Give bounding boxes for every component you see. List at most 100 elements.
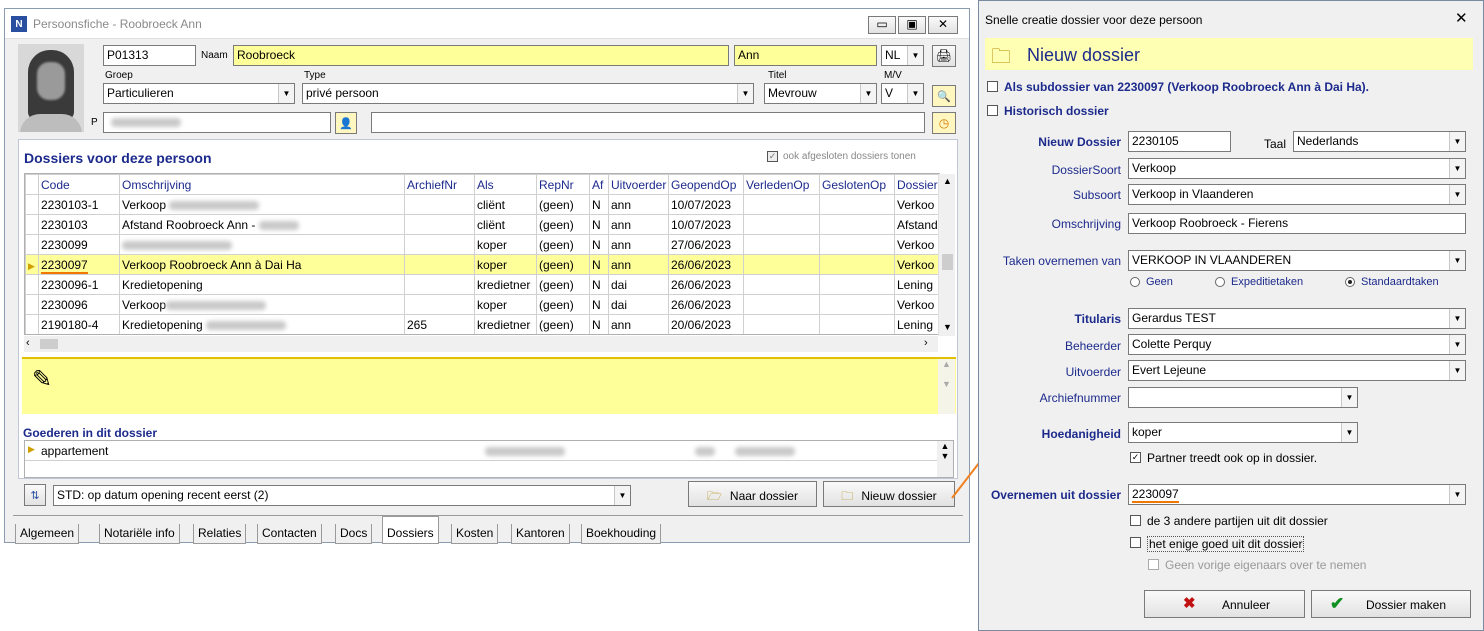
column-header[interactable]: Als [474,174,537,195]
radio-geen[interactable] [1130,277,1140,287]
close-button[interactable]: ✕ [928,16,958,34]
column-header[interactable]: Code [38,174,120,195]
chevron-down-icon[interactable]: ▼ [943,322,952,332]
vertical-scrollbar[interactable]: ▲ ▼ [938,359,955,414]
taal-value: Nederlands [1297,134,1359,148]
language-select[interactable]: NL ▼ [881,45,924,66]
list-item[interactable]: ▶ appartement [25,441,937,461]
chevron-up-icon[interactable]: ▲ [943,176,952,186]
table-row[interactable]: 2230099 koper (geen) N ann 27/06/2023 Ve… [25,234,939,255]
partner-checkbox[interactable]: ✓ [1130,452,1141,463]
column-header[interactable]: Uitvoerder [608,174,669,195]
closed-checkbox[interactable]: ✓ [767,151,778,162]
groep-select[interactable]: Particulieren ▼ [103,83,295,104]
print-icon[interactable]: 🖨 [932,45,956,67]
table-row-selected[interactable]: ▶ 2230097 Verkoop Roobroeck Ann à Dai Ha… [25,254,939,275]
taal-select[interactable]: Nederlands ▼ [1293,131,1466,152]
column-header[interactable]: RepNr [536,174,590,195]
chevron-right-icon[interactable]: › [924,337,928,349]
partner-lookup-icon[interactable]: 👤 [335,112,357,134]
sort-select[interactable]: STD: op datum opening recent eerst (2) ▼ [53,485,631,506]
enige-goed-checkbox[interactable] [1130,537,1141,548]
dialog-title: Snelle creatie dossier voor deze persoon [985,13,1203,27]
notes-area[interactable]: ✎ ▲ ▼ [22,357,956,414]
horizontal-scrollbar[interactable]: ‹ › [24,336,938,352]
column-header[interactable]: VerledenOp [743,174,820,195]
vorige-eigenaars-checkbox[interactable] [1148,559,1159,570]
cell-uitvoerder: ann [608,214,669,235]
tab-kantoren[interactable]: Kantoren [511,524,570,544]
dossiersoort-select[interactable]: Verkoop ▼ [1128,158,1466,179]
tab-algemeen[interactable]: Algemeen [15,524,80,544]
dossier-maken-button[interactable]: ✔ Dossier maken [1311,590,1471,618]
uitvoerder-select[interactable]: Evert Lejeune ▼ [1128,360,1466,381]
vertical-scrollbar[interactable]: ▲ ▼ [938,174,955,336]
table-row[interactable]: 2230096 Verkoop koper (geen) N dai 26/06… [25,294,939,315]
tab-docs[interactable]: Docs [335,524,373,544]
partner-field[interactable] [103,112,331,133]
scroll-thumb[interactable] [40,339,58,349]
titel-select[interactable]: Mevrouw ▼ [764,83,877,104]
cell-omschrijving: Kredietopening [119,314,405,334]
lastname-field[interactable]: Roobroeck [233,45,729,66]
hoedanigheid-select[interactable]: koper ▼ [1128,422,1358,443]
cell-uitvoerder: dai [608,294,669,315]
cell-repnr: (geen) [536,254,590,275]
cell-repnr: (geen) [536,294,590,315]
column-header[interactable]: Af [589,174,609,195]
tab-boekhouding[interactable]: Boekhouding [581,524,662,544]
beheerder-select[interactable]: Colette Perquy ▼ [1128,334,1466,355]
nieuw-dossier-field[interactable]: 2230105 [1128,131,1231,152]
person-code[interactable]: P01313 [103,45,196,66]
extra-field[interactable] [371,112,925,133]
clock-icon[interactable]: ◷ [932,112,956,134]
taken-select[interactable]: VERKOOP IN VLAANDEREN ▼ [1128,250,1466,271]
tab-dossiers[interactable]: Dossiers [382,516,439,544]
cell-code: 2230103 [38,214,120,235]
firstname-field[interactable]: Ann [734,45,877,66]
scroll-thumb[interactable] [942,254,953,270]
overnemen-select[interactable]: 2230097 ▼ [1128,484,1466,505]
table-row[interactable]: 2190180-4 Kredietopening 265 kredietner … [25,314,939,334]
radio-standaardtaken[interactable] [1345,277,1355,287]
column-header[interactable]: Dossier [894,174,939,195]
maximize-button[interactable]: ▣ [898,16,926,34]
subsoort-select[interactable]: Verkoop in Vlaanderen ▼ [1128,184,1466,205]
close-icon[interactable]: ✕ [1455,9,1468,27]
naam-label: Naam [201,50,228,61]
table-row[interactable]: 2230103-1 Verkoop cliënt (geen) N ann 10… [25,194,939,215]
tab-kosten[interactable]: Kosten [451,524,499,544]
table-row[interactable]: 2230096-1 Kredietopening kredietner (gee… [25,274,939,295]
chevron-left-icon[interactable]: ‹ [26,337,30,349]
search-icon[interactable]: 🔍 [932,85,956,107]
column-header[interactable]: GeopendOp [668,174,744,195]
tab-relaties[interactable]: Relaties [193,524,247,544]
cell-code: 2230096 [38,294,120,315]
column-header[interactable]: ArchiefNr [404,174,475,195]
mv-select[interactable]: V ▼ [881,83,924,104]
historisch-checkbox[interactable] [987,105,998,116]
annuleer-button[interactable]: ✖ Annuleer [1144,590,1305,618]
snelle-creatie-dialog: Snelle creatie dossier voor deze persoon… [978,0,1484,631]
tab-contacten[interactable]: Contacten [257,524,322,544]
naar-dossier-button[interactable]: 🗁 Naar dossier [688,481,817,507]
minimize-button[interactable]: ▭ [868,16,896,34]
archiefnummer-select[interactable]: ▼ [1128,387,1358,408]
p-label: P [91,117,98,128]
titularis-select[interactable]: Gerardus TEST ▼ [1128,308,1466,329]
table-row[interactable]: 2230103 Afstand Roobroeck Ann - cliënt (… [25,214,939,235]
omschrijving-field[interactable]: Verkoop Roobroeck - Fierens [1128,213,1466,234]
nieuw-dossier-button[interactable]: 🗀 Nieuw dossier [823,481,955,507]
column-header[interactable]: GeslotenOp [819,174,895,195]
column-header[interactable]: Omschrijving [119,174,405,195]
subdossier-checkbox[interactable] [987,81,998,92]
cell-repnr: (geen) [536,214,590,235]
sort-options-icon[interactable]: ⇅ [24,484,46,506]
andere-partijen-checkbox[interactable] [1130,515,1141,526]
cell-af: N [589,254,609,275]
cell-als: cliënt [474,214,537,235]
radio-expeditietaken[interactable] [1215,277,1225,287]
tab-notariele-info[interactable]: Notariële info [99,524,180,544]
tab-label: Notariële info [104,526,175,540]
type-select[interactable]: privé persoon ▼ [302,83,754,104]
